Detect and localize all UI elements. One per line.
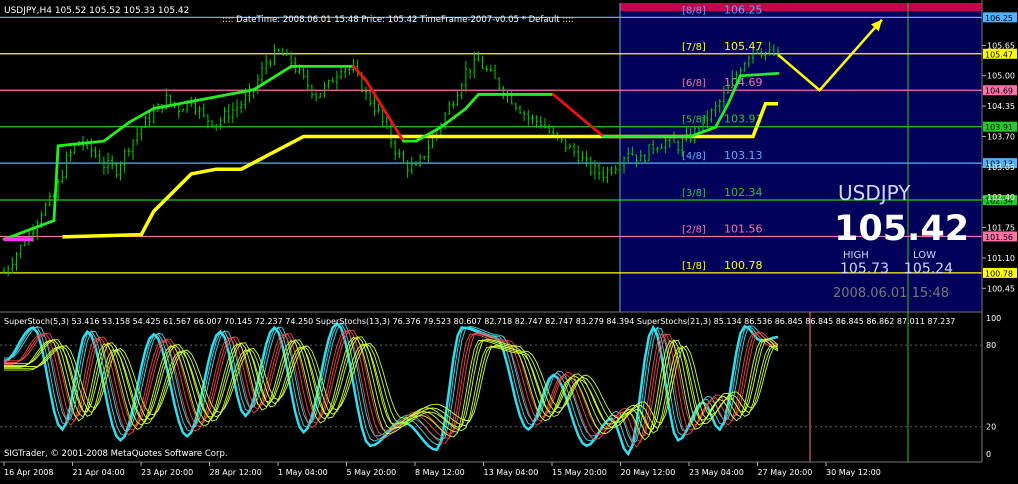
time-label-10: 23 May 04:00 — [689, 468, 744, 477]
price-tick-3: 103.70 — [987, 132, 1015, 141]
murrey-label-5: [3/8] — [682, 188, 706, 199]
time-label-4: 1 May 04:00 — [278, 468, 328, 477]
stoch-tick-1: 80 — [986, 341, 996, 350]
time-label-5: 5 May 20:00 — [347, 468, 397, 477]
time-label-2: 23 Apr 20:00 — [141, 468, 193, 477]
murrey-value-7: 100.78 — [724, 259, 763, 272]
price-tick-6: 101.75 — [987, 224, 1015, 233]
info-low-value: 105.24 — [904, 261, 953, 277]
info-line: :::: DateTime: 2008.06.01 15:48 Price: 1… — [222, 15, 574, 25]
projection-zone-top-band — [620, 3, 982, 11]
time-label-8: 15 May 20:00 — [552, 468, 607, 477]
copyright-text: SIGTrader, © 2001-2008 MetaQuotes Softwa… — [4, 449, 228, 459]
stoch-tick-2: 20 — [986, 423, 996, 432]
price-badge-text-0: 106.25 — [985, 14, 1013, 23]
price-axis[interactable]: 105.65 105.00 104.35 103.70 103.05 102.40 101.… — [982, 41, 1015, 293]
murrey-value-0: 106.25 — [724, 3, 763, 16]
indicator-axis: 100 80 20 0 — [986, 314, 1001, 459]
info-low-label: LOW — [913, 250, 936, 261]
price-tick-4: 103.05 — [987, 163, 1015, 172]
time-label-9: 20 May 12:00 — [621, 468, 676, 477]
time-label-7: 13 May 04:00 — [484, 468, 539, 477]
symbol-header: USDJPY,H4 105.52 105.52 105.33 105.42 — [4, 6, 189, 16]
time-label-6: 8 May 12:00 — [415, 468, 465, 477]
price-tick-2: 104.35 — [987, 102, 1015, 111]
murrey-label-1: [7/8] — [682, 42, 706, 53]
price-tick-7: 101.10 — [987, 254, 1015, 263]
indicator-label: SuperStoch(5,3) 53.416 53.158 54.425 61.… — [4, 317, 955, 326]
time-label-3: 28 Apr 12:00 — [210, 468, 262, 477]
time-label-12: 30 May 12:00 — [826, 468, 881, 477]
murrey-label-0: [8/8] — [682, 5, 706, 16]
time-label-1: 21 Apr 04:00 — [73, 468, 125, 477]
murrey-value-4: 103.13 — [724, 149, 763, 162]
price-badge-text-7: 100.78 — [985, 269, 1013, 278]
stoch-lines — [3, 321, 779, 457]
murrey-label-3: [5/8] — [682, 115, 706, 126]
price-badge-text-3: 103.91 — [985, 123, 1013, 132]
trading-chart-window[interactable]: [8/8] 106.25 106.25 [7/8] 105.47 105.47 [6/8] 1… — [0, 0, 1018, 480]
stoch-tick-3: 0 — [986, 450, 991, 459]
info-symbol: USDJPY — [838, 181, 911, 205]
price-tick-8: 100.45 — [987, 284, 1015, 293]
info-high-label: HIGH — [843, 250, 869, 261]
time-label-0: 16 Apr 2008 — [4, 468, 53, 477]
time-label-11: 27 May 20:00 — [758, 468, 813, 477]
price-badge-text-6: 101.56 — [985, 233, 1013, 242]
info-timestamp: 2008.06.01 15:48 — [833, 286, 949, 301]
murrey-value-2: 104.69 — [724, 76, 763, 89]
info-high-value: 105.73 — [840, 261, 889, 277]
price-badge-text-2: 104.69 — [985, 87, 1013, 96]
murrey-label-6: [2/8] — [682, 224, 706, 235]
price-tick-1: 105.00 — [987, 72, 1015, 81]
price-tick-0: 105.65 — [987, 41, 1015, 50]
time-axis[interactable]: 16 Apr 2008 21 Apr 04:00 23 Apr 20:00 28 Ap… — [3, 462, 881, 477]
stoch-tick-0: 100 — [986, 314, 1001, 323]
chart-canvas[interactable]: [8/8] 106.25106.25[7/8] 105.47105.47[6/8] 1… — [0, 0, 1018, 480]
price-tick-5: 102.40 — [987, 193, 1015, 202]
murrey-value-5: 102.34 — [724, 186, 763, 199]
murrey-label-7: [1/8] — [682, 261, 706, 272]
murrey-value-6: 101.56 — [724, 222, 763, 235]
info-price: 105.42 — [834, 209, 969, 249]
murrey-label-2: [6/8] — [682, 78, 706, 89]
price-badge-text-1: 105.47 — [985, 50, 1013, 59]
murrey-label-4: [4/8] — [682, 151, 706, 162]
